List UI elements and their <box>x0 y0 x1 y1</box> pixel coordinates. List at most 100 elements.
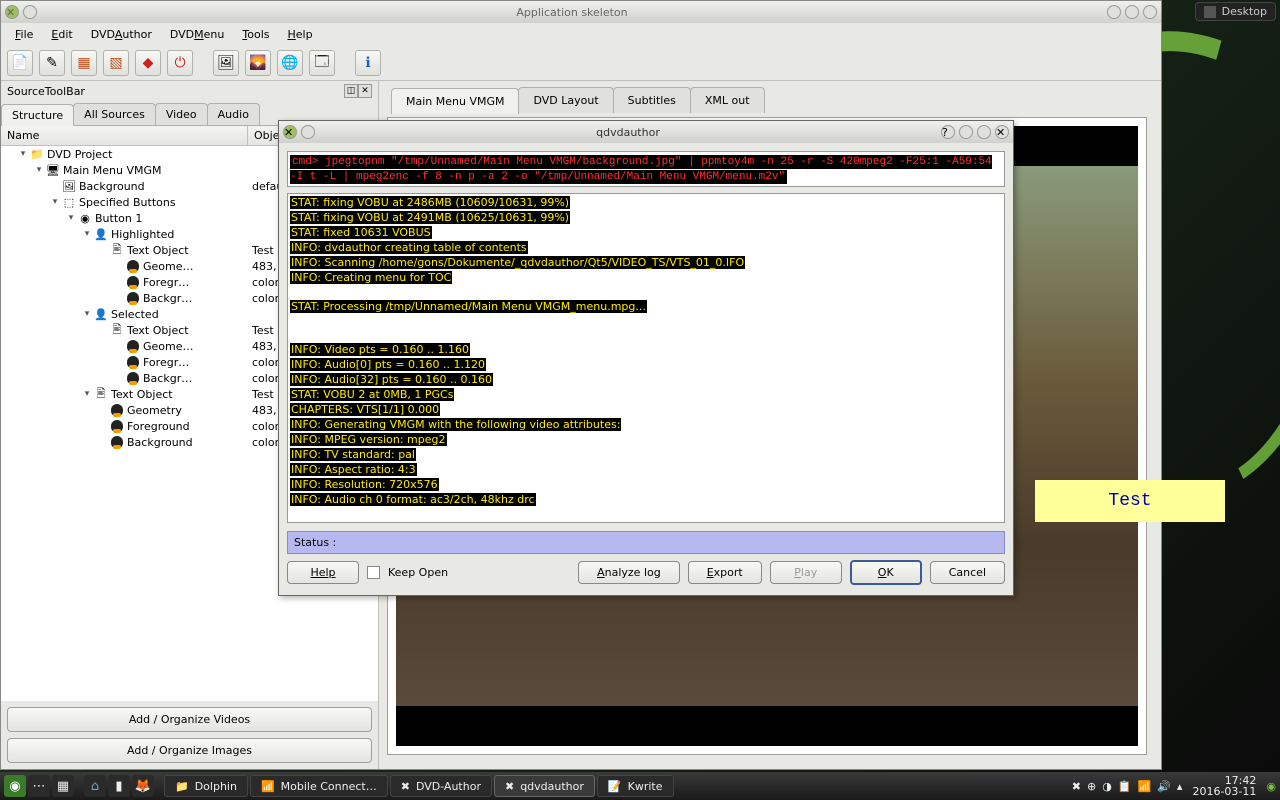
tray-icon[interactable]: ⊕ <box>1087 780 1096 793</box>
toolbar-img3-icon[interactable]: 🗔 <box>309 50 335 76</box>
command-box[interactable]: cmd> jpegtopnm "/tmp/Unnamed/Main Menu V… <box>287 151 1005 187</box>
task-kwrite[interactable]: 📝Kwrite <box>597 775 674 797</box>
progress-dialog: ✕ qdvdauthor ? ✕ cmd> jpegtopnm "/tmp/Un… <box>278 120 1014 596</box>
expand-icon[interactable]: ▾ <box>33 165 45 175</box>
log-line: STAT: VOBU 2 at 0MB, 1 PGCs <box>290 388 1002 403</box>
log-output[interactable]: STAT: fixing VOBU at 2486MB (10609/10631… <box>287 193 1005 523</box>
keep-open-checkbox[interactable] <box>367 566 380 579</box>
dialog-close-icon[interactable]: ✕ <box>995 125 1009 139</box>
toolbar-red-icon[interactable]: ◆ <box>135 50 161 76</box>
mobile-icon: 📶 <box>261 780 275 793</box>
node-icon <box>125 259 141 273</box>
toolbar-img2-icon[interactable]: 🌄 <box>245 50 271 76</box>
minimize-icon[interactable] <box>1107 5 1121 19</box>
node-label: Specified Buttons <box>77 196 248 209</box>
menu-button-test[interactable]: Test <box>1035 480 1225 522</box>
tab-all-sources[interactable]: All Sources <box>73 103 156 125</box>
dialog-titlebar[interactable]: ✕ qdvdauthor ? ✕ <box>279 121 1013 143</box>
menu-dvdmenu[interactable]: DVDMenu <box>162 26 233 43</box>
window-shade-icon[interactable] <box>23 5 37 19</box>
tray-chevron-icon[interactable]: ▴ <box>1177 780 1183 793</box>
tab-audio[interactable]: Audio <box>207 103 260 125</box>
log-line: INFO: Resolution: 720x576 <box>290 478 1002 493</box>
node-icon: 🖹 <box>109 243 125 257</box>
tab-subtitles[interactable]: Subtitles <box>613 87 691 113</box>
system-tray: ✖ ⊕ ◑ 📋 📶 🔊 ▴ 17:42 2016-03-11 ◉ <box>1072 775 1276 797</box>
menu-file[interactable]: File <box>7 26 41 43</box>
ok-button[interactable]: OK <box>850 560 922 585</box>
expand-icon[interactable]: ▾ <box>81 389 93 399</box>
add-images-button[interactable]: Add / Organize Images <box>7 738 372 763</box>
menu-dvdauthor[interactable]: DVDAuthor <box>83 26 160 43</box>
undock-icon[interactable]: ◫ <box>344 84 358 98</box>
tray-icon[interactable]: ◑ <box>1102 780 1112 793</box>
pager-icon[interactable]: ▦ <box>52 775 74 797</box>
cancel-button[interactable]: Cancel <box>930 561 1005 584</box>
activity-icon[interactable]: ⋯ <box>28 775 50 797</box>
node-icon <box>125 355 141 369</box>
expand-icon[interactable]: ▾ <box>81 229 93 239</box>
expand-icon[interactable]: ▾ <box>17 149 29 159</box>
toolbar-wizard-icon[interactable]: ✎ <box>39 50 65 76</box>
log-line: STAT: Processing /tmp/Unnamed/Main Menu … <box>290 300 1002 315</box>
col-name[interactable]: Name <box>1 126 248 145</box>
titlebar[interactable]: ✕ Application skeleton <box>1 1 1161 23</box>
task-dvd-author[interactable]: ✖DVD-Author <box>390 775 492 797</box>
start-button[interactable]: ◉ <box>4 775 26 797</box>
tab-video[interactable]: Video <box>155 103 208 125</box>
launcher-home-icon[interactable]: ⌂ <box>84 775 106 797</box>
node-label: Main Menu VMGM <box>61 164 248 177</box>
dialog-help-icon[interactable]: ? <box>941 125 955 139</box>
node-icon <box>125 275 141 289</box>
tray-volume-icon[interactable]: 🔊 <box>1157 780 1171 793</box>
dialog-shade-icon[interactable] <box>301 125 315 139</box>
play-button[interactable]: Play <box>770 561 842 584</box>
clock[interactable]: 17:42 2016-03-11 <box>1188 775 1260 797</box>
toolbar-box1-icon[interactable]: ▦ <box>71 50 97 76</box>
desktop-label: Desktop <box>1222 5 1267 18</box>
dialog-menu-icon[interactable]: ✕ <box>283 125 297 139</box>
expand-icon[interactable]: ▾ <box>81 309 93 319</box>
desktop-switcher[interactable]: Desktop <box>1195 2 1276 21</box>
analyze-log-button[interactable]: Analyze log <box>578 561 680 584</box>
tray-suse-icon[interactable]: ◉ <box>1266 780 1276 793</box>
toolbar-info-icon[interactable]: ℹ <box>355 50 381 76</box>
log-line: STAT: fixing VOBU at 2486MB (10609/10631… <box>290 196 1002 211</box>
window-menu-icon[interactable]: ✕ <box>5 5 19 19</box>
toolbar-power-icon[interactable]: ⏻ <box>167 50 193 76</box>
node-icon <box>109 403 125 417</box>
tray-clipboard-icon[interactable]: 📋 <box>1118 780 1132 793</box>
task-qdvdauthor[interactable]: ✖qdvdauthor <box>494 775 595 797</box>
toolbar-box2-icon[interactable]: ▧ <box>103 50 129 76</box>
export-button[interactable]: Export <box>688 561 762 584</box>
dialog-maximize-icon[interactable] <box>977 125 991 139</box>
help-button[interactable]: Help <box>287 561 359 584</box>
menu-edit[interactable]: Edit <box>43 26 80 43</box>
tray-network-icon[interactable]: 📶 <box>1138 780 1152 793</box>
launcher-terminal-icon[interactable]: ▮ <box>108 775 130 797</box>
launcher-firefox-icon[interactable]: 🦊 <box>132 775 154 797</box>
log-line: INFO: Scanning /home/gons/Dokumente/_qdv… <box>290 256 1002 271</box>
add-videos-button[interactable]: Add / Organize Videos <box>7 707 372 732</box>
dialog-minimize-icon[interactable] <box>959 125 973 139</box>
task-mobile-connect[interactable]: 📶Mobile Connect… <box>250 775 388 797</box>
node-label: Background <box>77 180 248 193</box>
expand-icon[interactable]: ▾ <box>49 197 61 207</box>
maximize-icon[interactable] <box>1125 5 1139 19</box>
tab-structure[interactable]: Structure <box>1 104 74 126</box>
expand-icon[interactable]: ▾ <box>65 213 77 223</box>
menu-help[interactable]: Help <box>279 26 320 43</box>
tray-icon[interactable]: ✖ <box>1072 780 1081 793</box>
close-panel-icon[interactable]: ✕ <box>358 84 372 98</box>
toolbar-globe-icon[interactable]: 🌐 <box>277 50 303 76</box>
close-icon[interactable] <box>1143 5 1157 19</box>
tab-main-menu[interactable]: Main Menu VMGM <box>391 88 519 114</box>
tab-xml-out[interactable]: XML out <box>690 87 765 113</box>
clock-date: 2016-03-11 <box>1192 786 1256 797</box>
menu-tools[interactable]: Tools <box>234 26 277 43</box>
toolbar-new-icon[interactable]: 📄 <box>7 50 33 76</box>
tab-dvd-layout[interactable]: DVD Layout <box>518 87 613 113</box>
task-dolphin[interactable]: 📁Dolphin <box>164 775 248 797</box>
toolbar-img1-icon[interactable]: 🖼 <box>213 50 239 76</box>
main-tabs: Main Menu VMGM DVD Layout Subtitles XML … <box>391 87 1155 113</box>
